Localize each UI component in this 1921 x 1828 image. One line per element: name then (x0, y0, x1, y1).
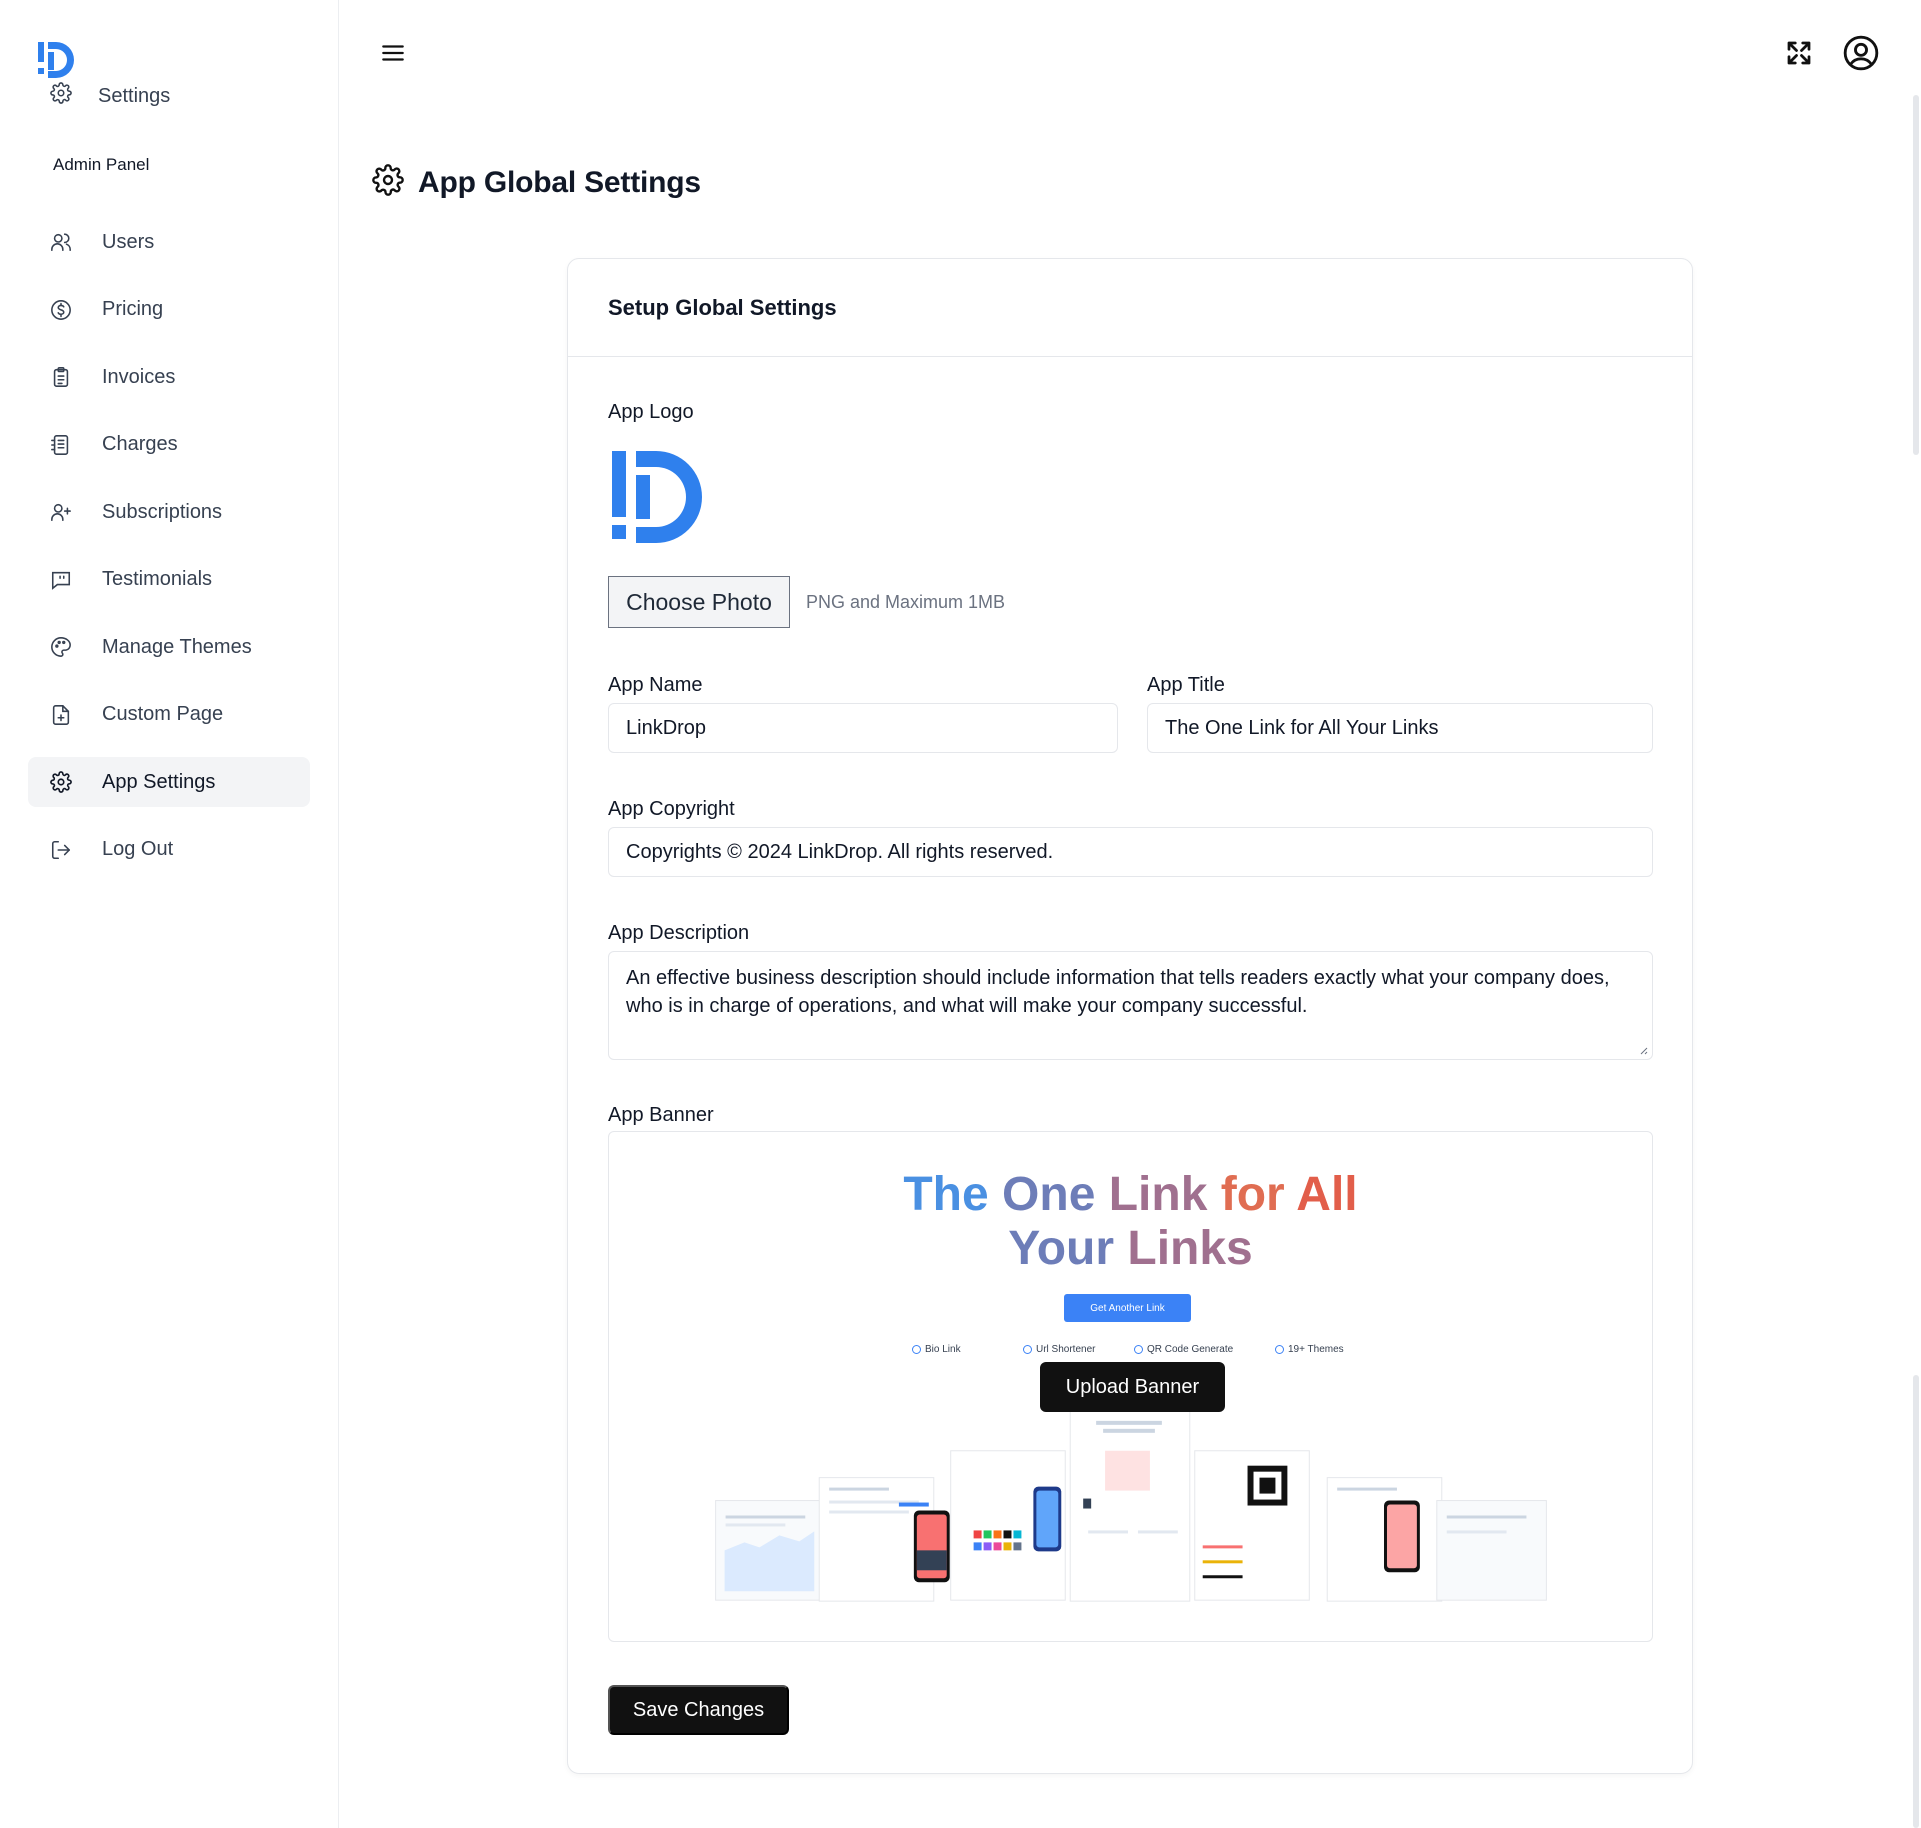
logo-hint: PNG and Maximum 1MB (806, 592, 1006, 612)
resize-handle-icon[interactable] (1638, 1045, 1648, 1055)
users-icon (50, 231, 72, 253)
sidebar-item-app-settings[interactable]: App Settings (28, 757, 310, 807)
app-name-label: App Name (608, 674, 703, 696)
app-banner-preview: The One Link for All Your Links Get Anot… (608, 1131, 1653, 1642)
gear-icon (50, 771, 72, 793)
clipboard-icon (50, 366, 72, 388)
sidebar-nav: Users Pricing Invoices Charges Subscript… (28, 217, 310, 892)
sidebar: Settings Admin Panel Users Pricing Invoi… (0, 0, 339, 1828)
sidebar-item-label: Subscriptions (102, 500, 223, 523)
hamburger-icon[interactable] (380, 40, 406, 66)
sidebar-item-label: Pricing (102, 298, 164, 320)
app-copyright-label: App Copyright (608, 798, 735, 820)
choose-photo-button[interactable]: Choose Photo (608, 576, 790, 628)
app-name-input[interactable]: LinkDrop (608, 703, 1118, 753)
sidebar-settings-label: Settings (98, 84, 171, 107)
sidebar-item-testimonials[interactable]: Testimonials (28, 555, 310, 605)
save-changes-button[interactable]: Save Changes (608, 1685, 789, 1735)
receipt-icon (50, 434, 72, 456)
card-title: Setup Global Settings (608, 294, 837, 320)
sidebar-item-label: Invoices (102, 365, 176, 388)
fullscreen-icon[interactable] (1784, 38, 1814, 68)
app-logo-label: App Logo (608, 401, 694, 423)
sidebar-item-label: App Settings (102, 770, 216, 793)
upload-banner-button[interactable]: Upload Banner (1040, 1362, 1225, 1412)
dollar-circle-icon (50, 299, 72, 321)
page-title: App Global Settings (418, 165, 701, 199)
app-logo-preview (612, 451, 702, 543)
user-plus-icon (50, 501, 72, 523)
card-header: Setup Global Settings (568, 259, 1692, 357)
sidebar-item-label: Custom Page (102, 703, 224, 725)
sidebar-item-label: Manage Themes (102, 635, 252, 658)
sidebar-item-label: Log Out (102, 838, 174, 860)
user-circle-icon[interactable] (1842, 34, 1880, 72)
sidebar-item-label: Testimonials (102, 568, 213, 590)
scrollbar-thumb[interactable] (1913, 1375, 1919, 1828)
palette-icon (50, 636, 72, 658)
app-title-label: App Title (1147, 674, 1225, 696)
sidebar-item-custom-page[interactable]: Custom Page (28, 690, 310, 740)
message-square-icon (50, 569, 72, 591)
app-banner-label: App Banner (608, 1104, 714, 1126)
app-description-label: App Description (608, 922, 750, 944)
page-scrollbar[interactable] (1913, 0, 1921, 1828)
logout-icon (50, 839, 72, 861)
file-plus-icon (50, 704, 72, 726)
gear-icon (372, 164, 404, 201)
sidebar-item-manage-themes[interactable]: Manage Themes (28, 622, 310, 672)
sidebar-settings-link[interactable]: Settings (50, 82, 170, 110)
sidebar-item-pricing[interactable]: Pricing (28, 285, 310, 335)
sidebar-item-subscriptions[interactable]: Subscriptions (28, 487, 310, 537)
app-title-input[interactable]: The One Link for All Your Links (1147, 703, 1653, 753)
sidebar-item-invoices[interactable]: Invoices (28, 352, 310, 402)
app-copyright-input[interactable]: Copyrights © 2024 LinkDrop. All rights r… (608, 827, 1653, 877)
settings-card: Setup Global Settings App Logo Choose Ph… (567, 258, 1693, 1774)
sidebar-item-users[interactable]: Users (28, 217, 310, 267)
sidebar-section-title: Admin Panel (53, 155, 150, 174)
scrollbar-thumb[interactable] (1913, 95, 1919, 455)
brand-logo[interactable] (34, 38, 78, 82)
sidebar-item-charges[interactable]: Charges (28, 420, 310, 470)
app-description-textarea[interactable]: An effective business description should… (608, 951, 1653, 1060)
page-header: App Global Settings (372, 164, 701, 201)
sidebar-item-label: Charges (102, 433, 178, 455)
gear-icon (50, 82, 72, 110)
sidebar-item-logout[interactable]: Log Out (28, 825, 310, 875)
sidebar-item-label: Users (102, 230, 155, 253)
app-description-text: An effective business description should… (626, 967, 1610, 1017)
